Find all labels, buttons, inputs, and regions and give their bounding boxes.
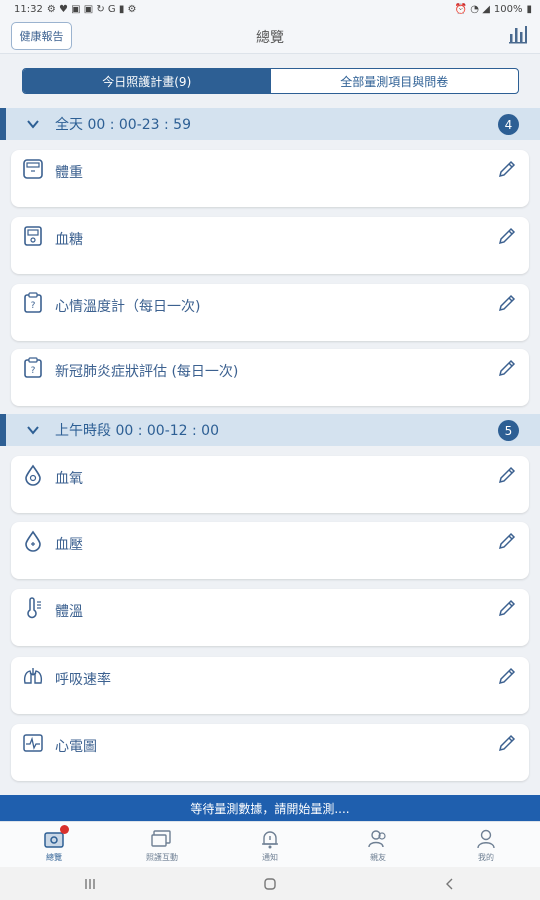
chevron-down-icon: [27, 426, 39, 435]
item-name: 呼吸速率: [55, 672, 111, 688]
blood-drop-icon: [25, 530, 41, 552]
list-item-blood-glucose[interactable]: 血糖: [11, 217, 529, 274]
tab-profile[interactable]: 我的: [432, 822, 540, 867]
chevron-down-icon: [27, 120, 39, 129]
lungs-icon: [23, 668, 43, 684]
measurement-status-banner: 等待量測數據，請開始量測....: [0, 795, 540, 821]
glucose-meter-icon: [24, 226, 42, 246]
section-count-badge: 5: [498, 420, 519, 441]
recent-apps-icon[interactable]: [82, 876, 98, 892]
chat-icon: [151, 829, 171, 847]
user-icon: [477, 829, 495, 848]
item-name: 心情溫度計（每日一次): [55, 299, 201, 315]
thermometer-icon: [27, 597, 41, 619]
battery-level: 100%: [493, 3, 523, 15]
list-item-respiratory-rate[interactable]: 呼吸速率: [11, 657, 529, 714]
section-accent-bar: [0, 414, 6, 446]
list-item-mood-thermometer[interactable]: ? 心情溫度計（每日一次): [11, 284, 529, 341]
item-name: 血糖: [55, 232, 83, 248]
tab-label: 通知: [262, 852, 278, 862]
tab-label: 我的: [478, 852, 494, 862]
bottom-tab-bar: 總覽 照護互動 通知 親友 我的: [0, 821, 540, 867]
app-header: 健康報告 總覽: [0, 18, 540, 54]
friends-icon: [368, 829, 386, 847]
item-name: 血壓: [55, 537, 83, 553]
questionnaire-icon: ?: [24, 292, 42, 313]
tab-label: 照護互動: [146, 852, 178, 862]
pencil-icon[interactable]: [497, 531, 517, 551]
back-icon[interactable]: [442, 876, 458, 892]
section-accent-bar: [0, 108, 6, 140]
pencil-icon[interactable]: [497, 666, 517, 686]
item-name: 新冠肺炎症狀評估 (每日一次): [55, 364, 239, 380]
signal-icons: ⏰ ◔ ◢: [454, 3, 490, 15]
item-name: 體溫: [55, 604, 83, 620]
scale-icon: [23, 159, 43, 179]
list-item-covid-assessment[interactable]: ? 新冠肺炎症狀評估 (每日一次): [11, 349, 529, 406]
item-name: 心電圖: [55, 739, 97, 755]
item-name: 體重: [55, 165, 83, 181]
section-label: 上午時段 00 : 00-12 : 00: [55, 423, 219, 439]
list-item-blood-pressure[interactable]: 血壓: [11, 522, 529, 579]
home-icon[interactable]: [262, 876, 278, 892]
section-count-badge: 4: [498, 114, 519, 135]
svg-text:?: ?: [31, 301, 36, 311]
notification-badge: [60, 825, 69, 834]
list-item-body-temperature[interactable]: 體溫: [11, 589, 529, 646]
tab-care-interaction[interactable]: 照護互動: [108, 822, 216, 867]
page-title: 總覽: [256, 30, 284, 46]
bell-icon: [262, 830, 278, 848]
status-time: 11:32: [14, 3, 43, 15]
plan-segmented-control: 今日照護計畫(9) 全部量測項目與問卷: [22, 68, 519, 94]
section-all-day[interactable]: 全天 00 : 00-23 : 59 4: [0, 108, 540, 140]
section-morning[interactable]: 上午時段 00 : 00-12 : 00 5: [0, 414, 540, 446]
pencil-icon[interactable]: [497, 465, 517, 485]
pencil-icon[interactable]: [497, 733, 517, 753]
pencil-icon[interactable]: [497, 226, 517, 246]
svg-text:?: ?: [31, 366, 36, 376]
status-bar: 11:32 ⚙ ♥ ▣ ▣ ↻ G ▮ ⚙ ⏰ ◔ ◢ 100% ▮: [0, 0, 540, 18]
blood-drop-icon: [25, 464, 41, 486]
list-item-blood-oxygen[interactable]: 血氧: [11, 456, 529, 513]
notification-icons: ⚙ ♥ ▣ ▣ ↻ G ▮ ⚙: [46, 3, 137, 15]
tab-family[interactable]: 親友: [324, 822, 432, 867]
pencil-icon[interactable]: [497, 358, 517, 378]
item-name: 血氧: [55, 471, 83, 487]
tab-notifications[interactable]: 通知: [216, 822, 324, 867]
pencil-icon[interactable]: [497, 159, 517, 179]
tab-overview[interactable]: 總覽: [0, 822, 108, 867]
tab-today-plan[interactable]: 今日照護計畫(9): [23, 69, 271, 93]
section-label: 全天 00 : 00-23 : 59: [55, 117, 191, 133]
tab-all-items[interactable]: 全部量測項目與問卷: [271, 69, 519, 93]
list-item-weight[interactable]: 體重: [11, 150, 529, 207]
tab-label: 親友: [370, 852, 386, 862]
ecg-icon: [23, 734, 43, 752]
pencil-icon[interactable]: [497, 598, 517, 618]
battery-icon: ▮: [526, 3, 532, 15]
list-item-ecg[interactable]: 心電圖: [11, 724, 529, 781]
system-nav-bar: [0, 867, 540, 900]
pencil-icon[interactable]: [497, 293, 517, 313]
tab-label: 總覽: [46, 852, 62, 862]
questionnaire-icon: ?: [24, 357, 42, 378]
bar-chart-icon[interactable]: [508, 24, 528, 44]
